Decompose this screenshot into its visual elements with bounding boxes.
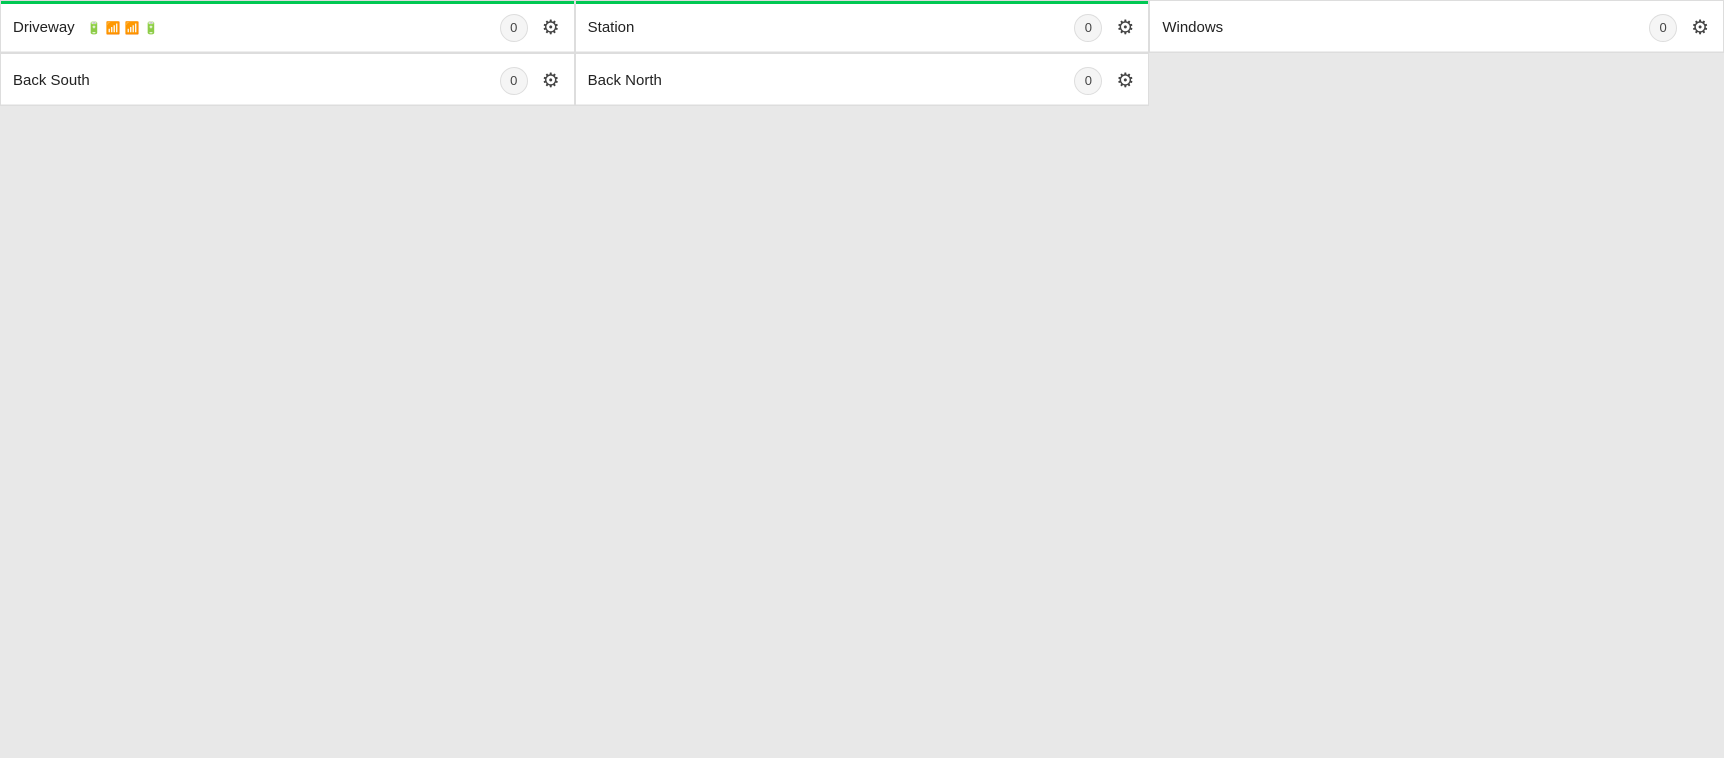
card-header-driveway: Driveway 🔋 📶 📶 🔋 0 ⚙ [1, 4, 574, 52]
header-left-driveway: Driveway 🔋 📶 📶 🔋 [13, 19, 159, 36]
battery-icon: 🔋 [87, 21, 102, 35]
card-header-back-south: Back South 0 ⚙ [1, 57, 574, 105]
header-right-windows: 0 ⚙ [1649, 13, 1711, 42]
wifi-icon: 📶 [125, 21, 140, 35]
camera-card-back-north: Back North 0 ⚙ ! Your Arlo device appear… [575, 53, 1150, 106]
notification-badge-back-north: 0 [1074, 67, 1102, 95]
settings-button-windows[interactable]: ⚙ [1689, 13, 1711, 42]
header-left-station: Station [588, 19, 635, 36]
camera-title-driveway: Driveway [13, 19, 75, 36]
notification-badge-station: 0 [1074, 14, 1102, 42]
settings-button-back-south[interactable]: ⚙ [540, 66, 562, 95]
signal-icon: 📶 [106, 21, 121, 35]
camera-card-back-south: Back South 0 ⚙ ! Your Arlo device appear… [0, 53, 575, 106]
status-icons-driveway: 🔋 📶 📶 🔋 [87, 21, 159, 35]
header-left-back-north: Back North [588, 72, 662, 89]
notification-badge-back-south: 0 [500, 67, 528, 95]
header-right-station: 0 ⚙ [1074, 13, 1136, 42]
card-header-back-north: Back North 0 ⚙ [576, 57, 1149, 105]
notification-badge-driveway: 0 [500, 14, 528, 42]
camera-title-back-south: Back South [13, 72, 90, 89]
header-right-back-north: 0 ⚙ [1074, 66, 1136, 95]
camera-title-station: Station [588, 19, 635, 36]
card-header-windows: Windows 0 ⚙ [1150, 4, 1723, 52]
settings-button-station[interactable]: ⚙ [1114, 13, 1136, 42]
camera-card-driveway: Driveway 🔋 📶 📶 🔋 0 ⚙ 17m ago [0, 0, 575, 53]
card-header-station: Station 0 ⚙ [576, 4, 1149, 52]
notification-badge-windows: 0 [1649, 14, 1677, 42]
power-icon: 🔋 [144, 21, 159, 35]
camera-title-windows: Windows [1162, 19, 1223, 36]
camera-card-station: Station 0 ⚙ ! Your Arlo device appears o… [575, 0, 1150, 53]
header-left-back-south: Back South [13, 72, 90, 89]
settings-button-driveway[interactable]: ⚙ [540, 13, 562, 42]
empty-cell [1149, 53, 1724, 106]
header-left-windows: Windows [1162, 19, 1223, 36]
settings-button-back-north[interactable]: ⚙ [1114, 66, 1136, 95]
camera-card-windows: Windows 0 ⚙ ! Your Arlo device appears o… [1149, 0, 1724, 53]
header-right-back-south: 0 ⚙ [500, 66, 562, 95]
camera-title-back-north: Back North [588, 72, 662, 89]
camera-grid: Driveway 🔋 📶 📶 🔋 0 ⚙ 17m ago [0, 0, 1724, 106]
header-right-driveway: 0 ⚙ [500, 13, 562, 42]
